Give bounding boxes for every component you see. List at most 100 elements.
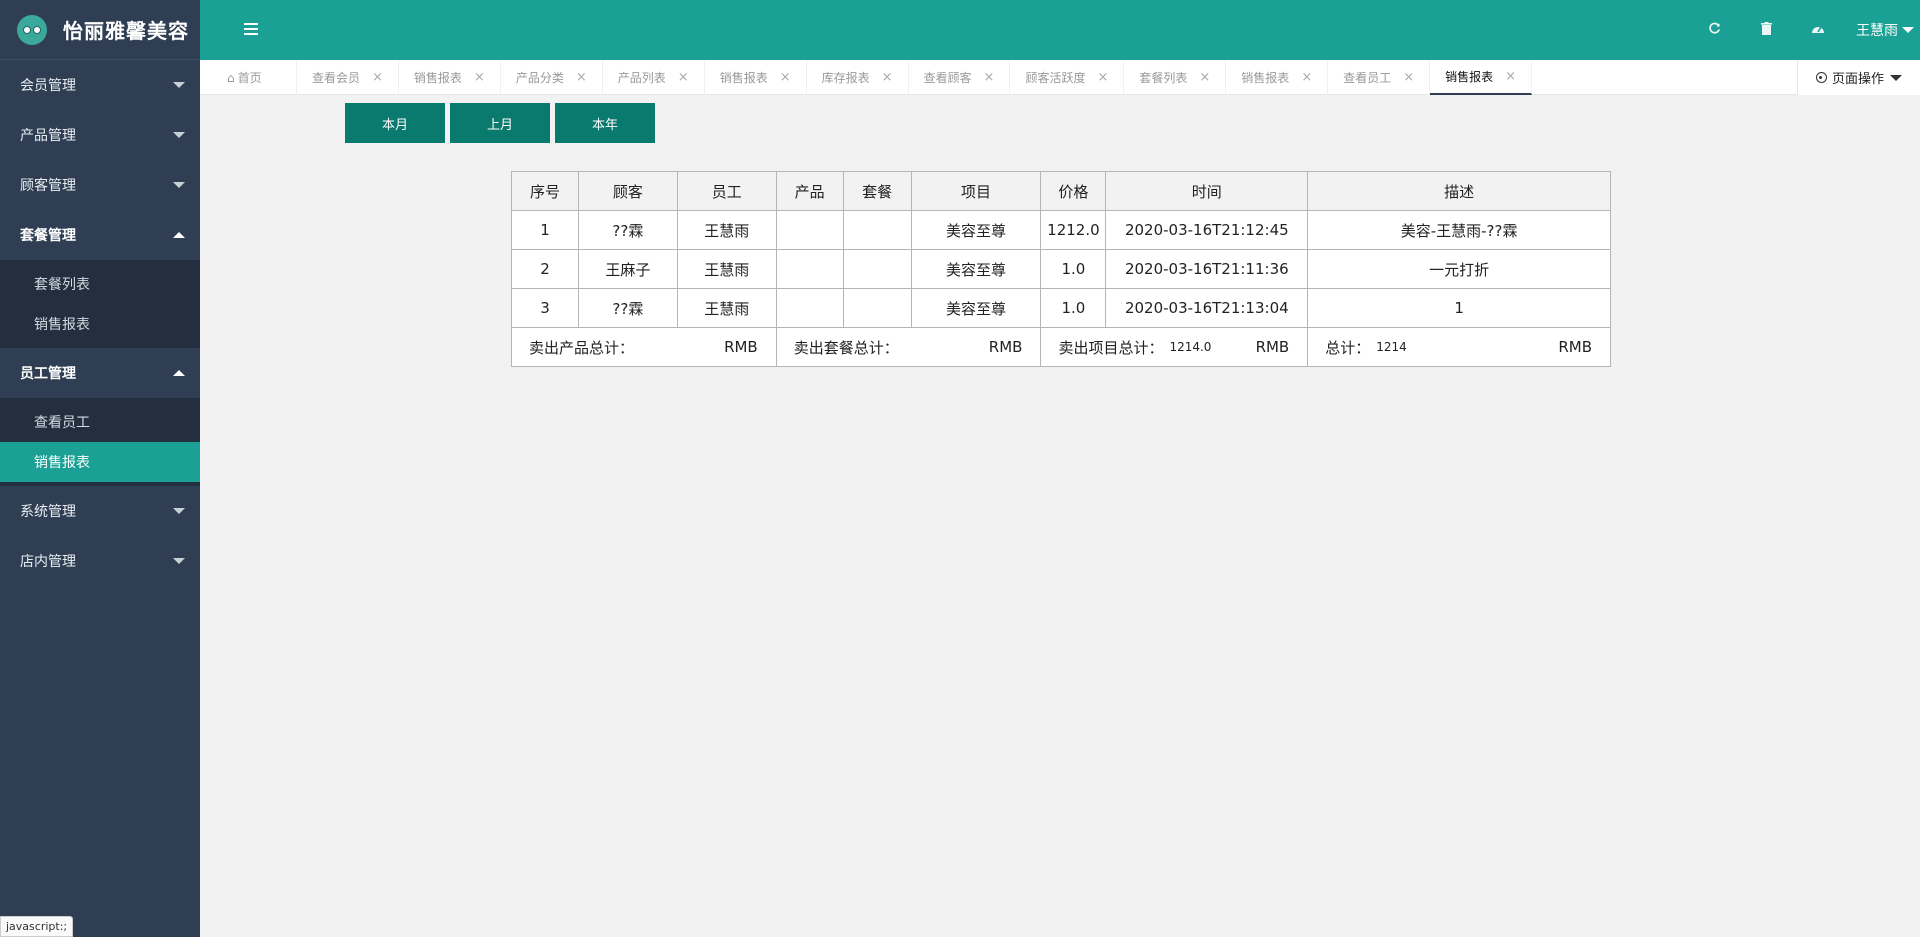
menu-group: 套餐管理 套餐列表 销售报表	[0, 210, 200, 348]
table-cell: 王麻子	[577, 249, 678, 289]
submenu-item[interactable]: 销售报表	[0, 304, 200, 344]
table-cell: 美容至尊	[910, 288, 1042, 328]
menu-group-header[interactable]: 会员管理	[0, 60, 200, 110]
period-buttons: 本月 上月 本年	[345, 103, 655, 143]
tab[interactable]: 查看会员 ×	[297, 60, 399, 95]
table-cell	[775, 210, 844, 250]
package-total-label: 卖出套餐总计：	[793, 338, 899, 357]
tab[interactable]: 查看顾客 ×	[909, 60, 1011, 95]
chevron-up-icon	[173, 232, 185, 238]
menu-group-header[interactable]: 店内管理	[0, 536, 200, 586]
menu-group: 店内管理	[0, 536, 200, 586]
logo-icon	[17, 14, 47, 45]
submenu-item[interactable]: 套餐列表	[0, 264, 200, 304]
table-cell: 美容至尊	[910, 249, 1042, 289]
menu-group: 产品管理	[0, 110, 200, 160]
tab[interactable]: 销售报表 ×	[1430, 60, 1533, 95]
this-month-button[interactable]: 本月	[345, 103, 445, 143]
tab-label: 顾客活跃度	[1025, 71, 1086, 85]
tab[interactable]: 查看员工 ×	[1328, 60, 1431, 95]
tab-label: 查看员工	[1343, 71, 1392, 85]
package-total-cell: 卖出套餐总计： RMB	[775, 327, 1042, 367]
table-cell	[775, 249, 844, 289]
tab-label: 套餐列表	[1139, 71, 1188, 85]
table-cell: 美容至尊	[910, 210, 1042, 250]
tab[interactable]: 产品分类 ×	[501, 60, 603, 95]
menu-group-label: 会员管理	[20, 78, 76, 94]
table-cell: 1	[511, 210, 579, 250]
close-icon[interactable]: ×	[984, 70, 995, 85]
menu-group-header[interactable]: 顾客管理	[0, 160, 200, 210]
tab[interactable]: 产品列表 ×	[603, 60, 705, 95]
grand-total-value: 1214	[1376, 340, 1407, 354]
tab[interactable]: 库存报表 ×	[807, 60, 909, 95]
this-year-button[interactable]: 本年	[555, 103, 655, 143]
tab-label: 查看会员	[312, 71, 361, 85]
target-icon	[1815, 72, 1827, 83]
tab[interactable]: 销售报表 ×	[705, 60, 807, 95]
trash-icon[interactable]	[1740, 21, 1792, 39]
column-header: 序号	[511, 171, 579, 211]
tab-label: 首页	[237, 71, 262, 85]
menu-group-label: 员工管理	[20, 366, 76, 382]
project-total-value: 1214.0	[1169, 340, 1212, 354]
project-total-label: 卖出项目总计：	[1058, 338, 1164, 357]
user-menu[interactable]: 王慧雨	[1844, 20, 1920, 40]
close-icon[interactable]: ×	[1199, 70, 1210, 85]
table-row: 3 ??霖 王慧雨 美容至尊 1.0 2020-03-16T21:13:04 1	[511, 288, 1611, 328]
tab-label: 库存报表	[821, 71, 870, 85]
table-row: 2 王麻子 王慧雨 美容至尊 1.0 2020-03-16T21:11:36 一元打折	[511, 249, 1611, 289]
chevron-down-icon	[173, 132, 185, 138]
close-icon[interactable]: ×	[474, 70, 485, 85]
tab[interactable]: 销售报表 ×	[399, 60, 501, 95]
main-content: 本月 上月 本年 序号 顾客 员工 产品 套餐 项目 价格 时间 描述 1 ??霖 王慧雨 美容至尊 1…	[200, 96, 1920, 937]
close-icon[interactable]: ×	[1403, 70, 1414, 85]
close-icon[interactable]: ×	[576, 70, 587, 85]
topbar: 王慧雨	[200, 0, 1920, 60]
column-header: 项目	[910, 171, 1042, 211]
tab[interactable]: 顾客活跃度 ×	[1010, 60, 1125, 95]
menu-group-header[interactable]: 套餐管理	[0, 210, 200, 260]
brand: 怡丽雅馨美容	[0, 0, 200, 60]
column-header: 员工	[676, 171, 777, 211]
refresh-icon[interactable]	[1688, 22, 1740, 39]
submenu: 套餐列表 销售报表	[0, 260, 200, 348]
product-total-cell: 卖出产品总计： RMB	[511, 327, 777, 367]
tab[interactable]: 销售报表 ×	[1226, 60, 1329, 95]
page-ops-dropdown[interactable]: 页面操作	[1796, 60, 1920, 95]
brand-title: 怡丽雅馨美容	[63, 19, 189, 43]
submenu-item[interactable]: 销售报表	[0, 442, 200, 482]
tab[interactable]: 套餐列表 ×	[1124, 60, 1227, 95]
last-month-button[interactable]: 上月	[450, 103, 550, 143]
menu-group-header[interactable]: 产品管理	[0, 110, 200, 160]
table-cell: 王慧雨	[676, 249, 777, 289]
menu-group-header[interactable]: 员工管理	[0, 348, 200, 398]
close-icon[interactable]: ×	[1097, 70, 1108, 85]
table-cell: 美容-王慧雨-??霖	[1307, 210, 1611, 250]
table-cell: 王慧雨	[676, 210, 777, 250]
dashboard-icon[interactable]	[1792, 22, 1844, 38]
tab-label: 销售报表	[1241, 71, 1290, 85]
tab-home[interactable]: ⌂ 首页	[200, 60, 297, 95]
close-icon[interactable]: ×	[1301, 70, 1312, 85]
close-icon[interactable]: ×	[678, 70, 689, 85]
table-cell: ??霖	[577, 210, 678, 250]
close-icon[interactable]: ×	[1505, 69, 1516, 84]
column-header: 描述	[1307, 171, 1611, 211]
menu-toggle-icon[interactable]	[244, 23, 258, 35]
column-header: 价格	[1040, 171, 1107, 211]
chevron-down-icon	[1902, 27, 1914, 33]
close-icon[interactable]: ×	[882, 70, 893, 85]
menu-group-header[interactable]: 系统管理	[0, 486, 200, 536]
close-icon[interactable]: ×	[780, 70, 791, 85]
close-icon[interactable]: ×	[372, 70, 383, 85]
table-cell: 1	[1307, 288, 1611, 328]
menu-group-label: 店内管理	[20, 554, 76, 570]
table-cell	[842, 210, 912, 250]
table-cell: 2020-03-16T21:13:04	[1105, 288, 1309, 328]
submenu-item[interactable]: 查看员工	[0, 402, 200, 442]
tab-label: 查看顾客	[923, 71, 972, 85]
sidebar-menu: 会员管理 产品管理 顾客管理 套餐管理 套餐列表 销售报表 员工管理 查看员工 销售报表 系统管理…	[0, 60, 200, 586]
table-cell	[775, 288, 844, 328]
project-total-unit: RMB	[1255, 338, 1290, 356]
